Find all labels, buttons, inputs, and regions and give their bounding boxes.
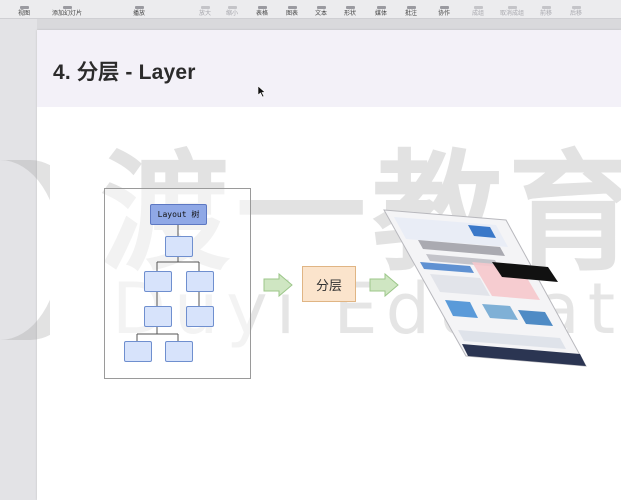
tree-node — [165, 341, 193, 362]
arrow-right-icon — [369, 272, 399, 298]
tree-node — [144, 306, 172, 327]
layer-step-box: 分层 — [302, 266, 356, 302]
tree-node — [124, 341, 152, 362]
layout-tree-root-node: Layout 树 — [150, 204, 207, 225]
tree-node — [186, 271, 214, 292]
diagram-connectors — [136, 209, 587, 367]
mouse-cursor-icon — [258, 86, 266, 98]
tree-node — [186, 306, 214, 327]
tree-node — [144, 271, 172, 292]
layered-page-illustration — [383, 209, 587, 367]
tree-node — [165, 236, 193, 257]
arrow-right-icon — [263, 272, 293, 298]
